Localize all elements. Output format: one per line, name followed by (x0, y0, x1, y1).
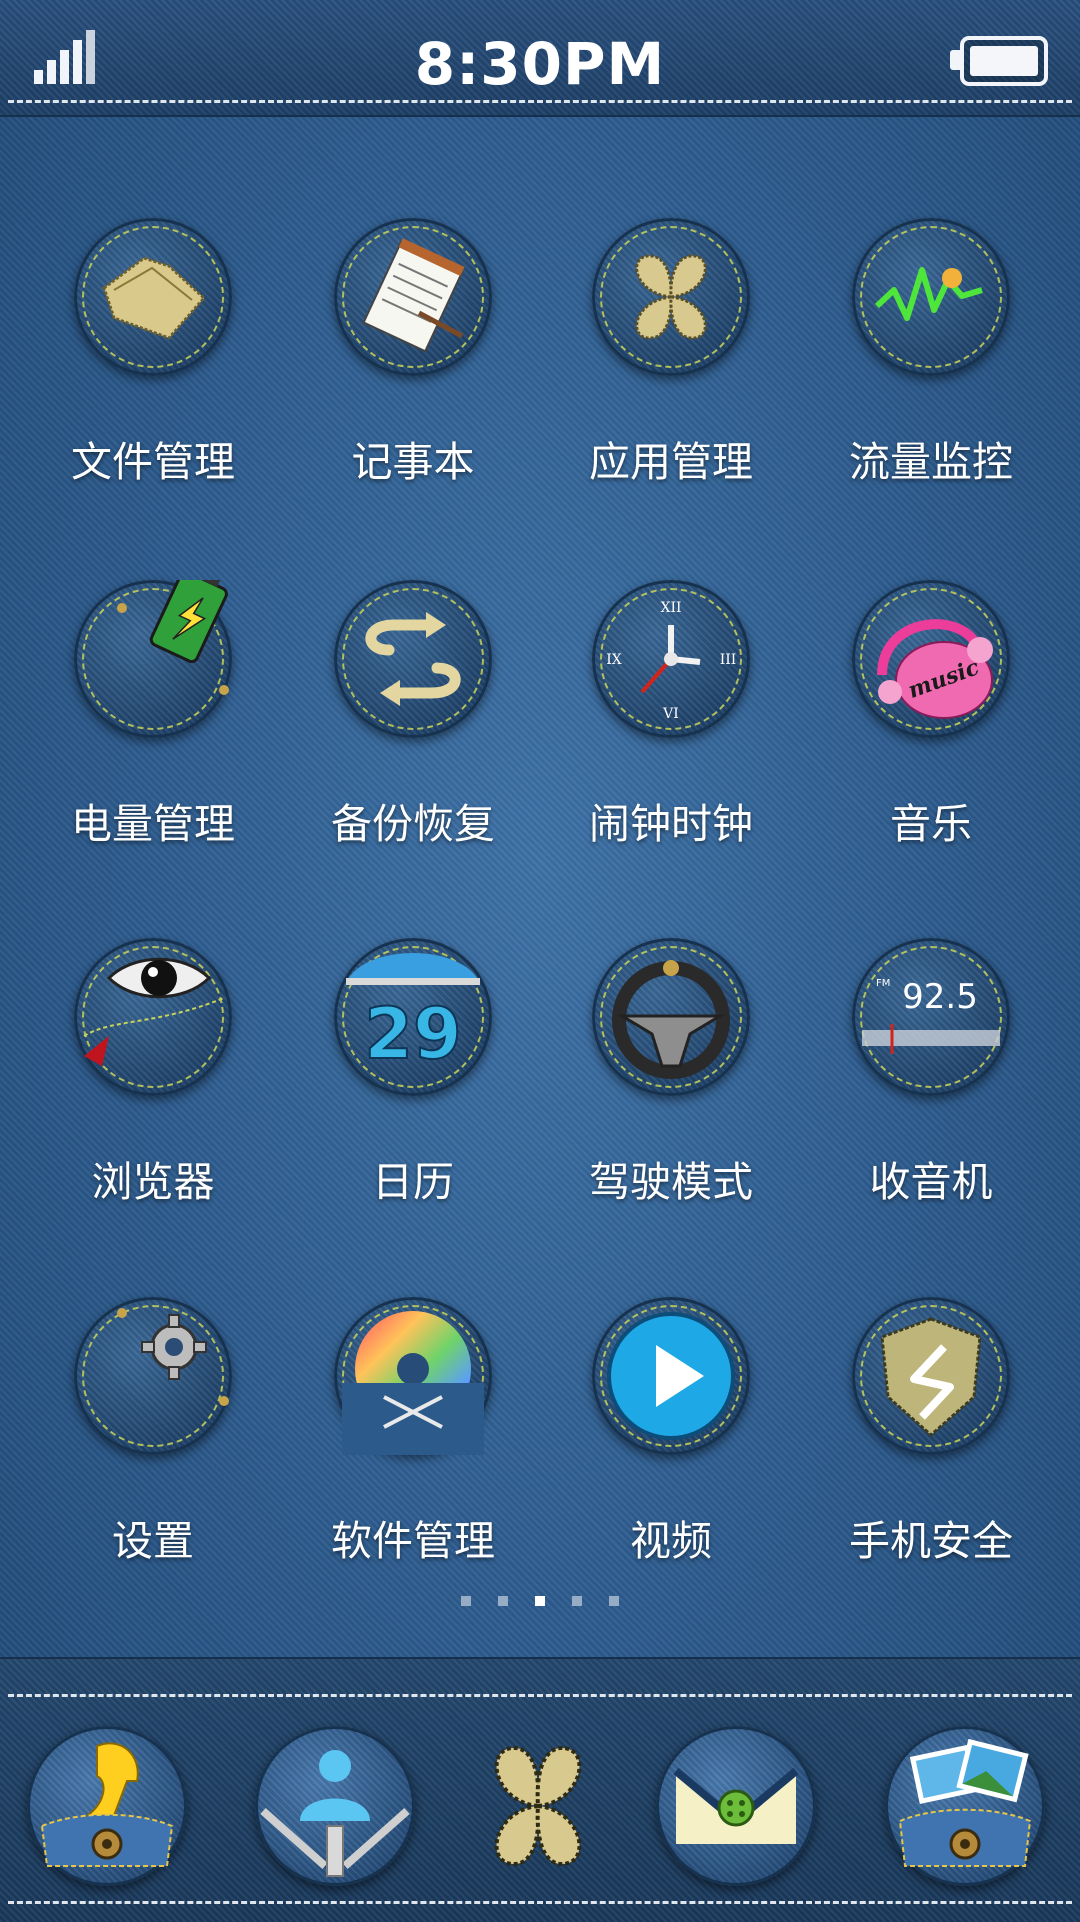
app-label: 收音机 (869, 1158, 993, 1206)
app-radio[interactable]: FM 92.5 收音机 (811, 938, 1051, 1238)
app-label: 电量管理 (71, 800, 235, 848)
steering-wheel-icon (592, 938, 750, 1096)
phone-icon (27, 1726, 187, 1886)
dock-messages[interactable] (656, 1726, 816, 1886)
app-label: 流量监控 (849, 438, 1013, 486)
dock-stitch-bottom (8, 1901, 1072, 1904)
app-settings[interactable]: 设置 (33, 1297, 273, 1597)
app-driving-mode[interactable]: 驾驶模式 (551, 938, 791, 1238)
radio-frequency: 92.5 (902, 977, 978, 1017)
svg-text:IX: IX (606, 652, 622, 668)
page-dot[interactable] (609, 1596, 620, 1606)
app-label: 记事本 (351, 438, 475, 486)
app-label: 日历 (372, 1158, 454, 1206)
svg-text:VI: VI (662, 706, 679, 722)
messages-icon (656, 1726, 816, 1886)
dock-gallery[interactable] (885, 1726, 1045, 1886)
gallery-icon (885, 1726, 1045, 1886)
app-label: 设置 (112, 1517, 194, 1565)
dock-app-drawer[interactable] (458, 1726, 618, 1886)
eye-icon (74, 938, 232, 1096)
dock-phone[interactable] (27, 1726, 187, 1886)
radio-band: FM (876, 978, 890, 989)
notepad-icon (334, 218, 492, 376)
svg-text:III: III (720, 652, 737, 668)
folder-icon (74, 218, 232, 376)
app-label: 音乐 (890, 800, 972, 848)
page-dot[interactable] (572, 1596, 583, 1606)
app-video[interactable]: 视频 (551, 1297, 791, 1597)
page-indicator[interactable] (0, 1591, 1080, 1610)
app-browser[interactable]: 浏览器 (33, 938, 273, 1238)
clock-icon: XII VI IX III (592, 580, 750, 738)
app-phone-security[interactable]: 手机安全 (811, 1297, 1051, 1597)
app-label: 视频 (630, 1517, 712, 1565)
app-file-manager[interactable]: 文件管理 (33, 218, 273, 518)
four-leaf-clover-icon (592, 218, 750, 376)
app-label: 闹钟时钟 (589, 800, 753, 848)
app-label: 应用管理 (589, 438, 753, 486)
page-dot-active[interactable] (535, 1596, 545, 1606)
battery-charge-icon (74, 580, 232, 738)
traffic-graph-icon (852, 218, 1010, 376)
app-grid: 文件管理 记事本 应用管理 流量监控 电量管理 备份恢复 XII VI IX I… (0, 0, 1080, 1620)
app-software-manager[interactable]: 软件管理 (293, 1297, 533, 1597)
dock-stitch-top (8, 1694, 1072, 1697)
shield-icon (852, 1297, 1010, 1455)
calendar-day: 29 (364, 993, 461, 1075)
play-icon (592, 1297, 750, 1455)
page-dot[interactable] (460, 1596, 471, 1606)
app-label: 备份恢复 (331, 800, 495, 848)
app-label: 手机安全 (849, 1517, 1013, 1565)
radio-icon: FM 92.5 (852, 938, 1010, 1096)
headphones-icon: music (852, 580, 1010, 738)
dock-contacts[interactable] (255, 1726, 415, 1886)
svg-text:XII: XII (660, 600, 681, 616)
app-notepad[interactable]: 记事本 (293, 218, 533, 518)
backup-arrows-icon (334, 580, 492, 738)
app-drawer-clover-icon (458, 1726, 618, 1886)
app-app-manager[interactable]: 应用管理 (551, 218, 791, 518)
gear-icon (74, 1297, 232, 1455)
contacts-icon (255, 1726, 415, 1886)
app-traffic-monitor[interactable]: 流量监控 (811, 218, 1051, 518)
app-alarm-clock[interactable]: XII VI IX III 闹钟时钟 (551, 580, 791, 880)
app-calendar[interactable]: 29 日历 (293, 938, 533, 1238)
page-dot[interactable] (497, 1596, 508, 1606)
app-label: 浏览器 (91, 1158, 215, 1206)
app-label: 驾驶模式 (589, 1158, 753, 1206)
app-backup-restore[interactable]: 备份恢复 (293, 580, 533, 880)
app-music[interactable]: music 音乐 (811, 580, 1051, 880)
app-label: 软件管理 (331, 1517, 495, 1565)
calendar-icon: 29 (334, 938, 492, 1096)
dock (0, 1657, 1080, 1922)
app-power-manager[interactable]: 电量管理 (33, 580, 273, 880)
app-label: 文件管理 (71, 438, 235, 486)
disc-icon (334, 1297, 492, 1455)
